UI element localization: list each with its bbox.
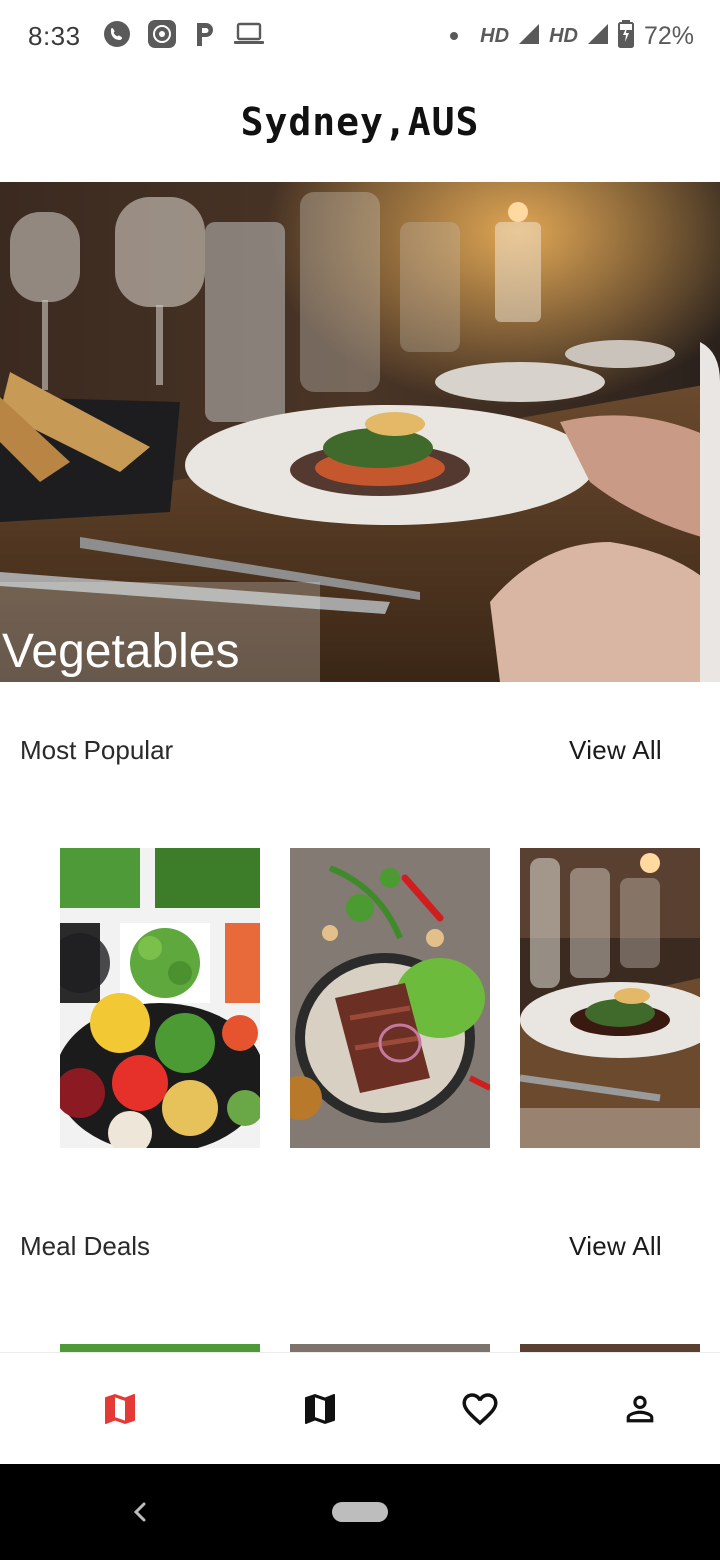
- system-navigation-bar: [0, 1464, 720, 1560]
- network-type-1: HD: [480, 24, 510, 47]
- section-title: Most Popular: [20, 734, 174, 765]
- heart-icon: [462, 1393, 498, 1426]
- notification-dot: [450, 32, 459, 40]
- nav-tab-profile[interactable]: [614, 1383, 666, 1435]
- view-all-button[interactable]: View All: [569, 735, 662, 766]
- vegetable-platter-image: [60, 848, 260, 1148]
- status-time: 8:33: [28, 20, 81, 51]
- map-icon: [305, 1394, 335, 1424]
- steak-plate-image: [290, 848, 490, 1148]
- card-row-meal-deals: [0, 1344, 720, 1352]
- map-icon: [105, 1394, 135, 1424]
- network-type-2: HD: [549, 24, 578, 47]
- status-left: 8:33: [28, 16, 265, 56]
- card-row-most-popular: [0, 848, 720, 1148]
- page-title: Sydney,AUS: [240, 100, 480, 144]
- signal-icon: [586, 22, 610, 51]
- food-card[interactable]: [520, 848, 700, 1148]
- food-card[interactable]: [520, 1344, 700, 1352]
- view-all-button[interactable]: View All: [569, 1231, 662, 1262]
- back-button[interactable]: [126, 1494, 154, 1530]
- section-header-meal-deals: Meal Deals View All: [20, 1226, 662, 1266]
- status-right: HD HD 72%: [450, 16, 694, 56]
- bottom-navigation: [0, 1352, 720, 1464]
- nav-tab-map-active[interactable]: [94, 1383, 146, 1435]
- hero-banner[interactable]: Vegetables: [0, 182, 720, 682]
- hero-caption: Vegetables: [2, 625, 240, 678]
- restaurant-dish-image: [520, 848, 700, 1148]
- chevron-left-icon: [133, 1502, 146, 1522]
- section-header-most-popular: Most Popular View All: [20, 730, 662, 770]
- person-icon: [626, 1395, 654, 1423]
- food-card[interactable]: [290, 848, 490, 1148]
- home-button[interactable]: [332, 1502, 388, 1522]
- signal-icon: [517, 22, 541, 51]
- battery-percent: 72%: [643, 21, 694, 50]
- food-card[interactable]: [60, 1344, 260, 1352]
- food-card[interactable]: [290, 1344, 490, 1352]
- battery-icon: [617, 19, 634, 53]
- parking-icon: [193, 20, 217, 53]
- phone-icon: [103, 20, 131, 53]
- food-card[interactable]: [60, 848, 260, 1148]
- hero-image: [0, 182, 720, 682]
- nav-tab-explore[interactable]: [294, 1383, 346, 1435]
- section-title: Meal Deals: [20, 1230, 151, 1261]
- screen-record-icon: [147, 19, 177, 54]
- nav-tab-favorites[interactable]: [454, 1383, 506, 1435]
- status-bar: 8:33 HD HD 72%: [0, 0, 720, 72]
- laptop-icon: [233, 21, 265, 52]
